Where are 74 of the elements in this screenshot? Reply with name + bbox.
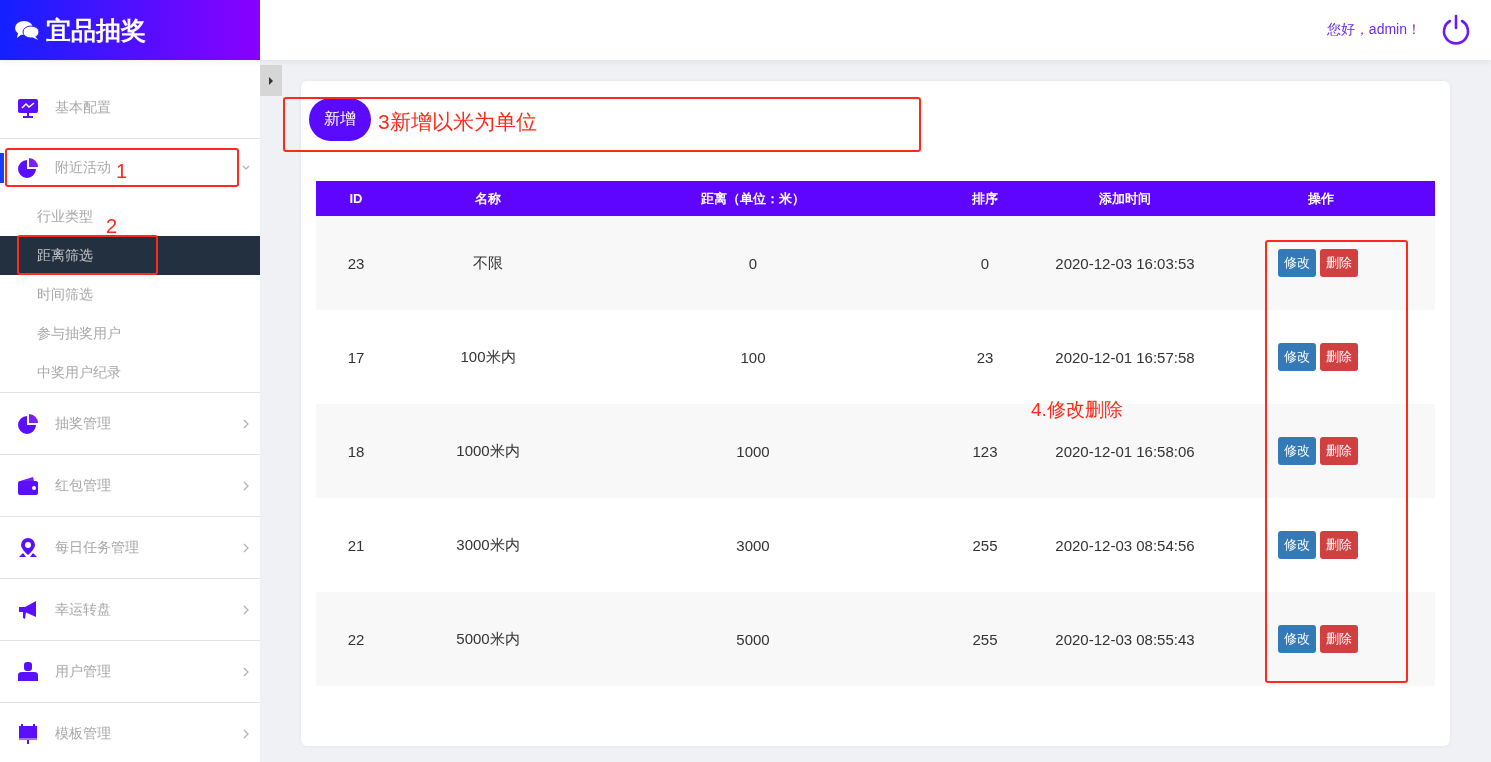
table-cell: 22: [316, 592, 396, 686]
sidebar-item[interactable]: 模板管理: [0, 703, 260, 762]
column-header: 操作: [1206, 181, 1435, 216]
app-logo-title: 宜品抽奖: [46, 14, 146, 46]
user-icon: [17, 660, 39, 683]
power-icon[interactable]: [1441, 14, 1471, 46]
column-header: 添加时间: [1044, 181, 1206, 216]
edit-button[interactable]: 修改: [1278, 531, 1316, 559]
column-header: ID: [316, 181, 396, 216]
annotation-label: 3新增以米为单位: [378, 109, 537, 135]
table-cell: 3000: [580, 498, 926, 592]
sidebar-item[interactable]: 用户管理: [0, 641, 260, 703]
table-cell: 5000: [580, 592, 926, 686]
chevron-icon: [242, 666, 250, 677]
delete-button[interactable]: 删除: [1320, 343, 1358, 371]
edit-button[interactable]: 修改: [1278, 249, 1316, 277]
edit-button[interactable]: 修改: [1278, 437, 1316, 465]
table-cell: 0: [926, 216, 1044, 310]
table-cell: 23: [316, 216, 396, 310]
table-cell: 23: [926, 310, 1044, 404]
table-cell: 不限: [396, 216, 580, 310]
table-cell: 21: [316, 498, 396, 592]
table-cell: 100: [580, 310, 926, 404]
table-cell: 18: [316, 404, 396, 498]
megaphone-icon: [17, 598, 39, 621]
delete-button[interactable]: 删除: [1320, 437, 1358, 465]
table-cell: 1000: [580, 404, 926, 498]
table-cell: 1000米内: [396, 404, 580, 498]
table-cell: 17: [316, 310, 396, 404]
chevron-icon: [242, 728, 250, 739]
table-cell: 0: [580, 216, 926, 310]
sidebar-subitem[interactable]: 中奖用户纪录: [37, 363, 121, 382]
sidebar-item[interactable]: 抽奖管理: [0, 393, 260, 455]
add-button[interactable]: 新增: [309, 97, 371, 141]
chevron-icon: [242, 604, 250, 615]
delete-button[interactable]: 删除: [1320, 625, 1358, 653]
delete-button[interactable]: 删除: [1320, 531, 1358, 559]
sidebar-item[interactable]: 幸运转盘: [0, 579, 260, 641]
column-header: 名称: [396, 181, 580, 216]
pie-chart-icon: [17, 412, 39, 435]
chat-bubbles-icon: [14, 19, 40, 41]
sidebar-item[interactable]: 基本配置: [0, 77, 260, 139]
wallet-icon: [17, 474, 39, 497]
caret-icon: [268, 75, 274, 86]
greeting-text: 您好，admin！: [1326, 21, 1421, 39]
table-cell: 2020-12-03 08:54:56: [1044, 498, 1206, 592]
table-cell: 255: [926, 592, 1044, 686]
location-pin-icon: [17, 536, 39, 559]
sidebar-subitem[interactable]: 距离筛选: [37, 246, 93, 265]
sidebar-subitem[interactable]: 时间筛选: [37, 285, 93, 304]
delete-button[interactable]: 删除: [1320, 249, 1358, 277]
table-cell: 2020-12-03 08:55:43: [1044, 592, 1206, 686]
table-cell: 2020-12-03 16:03:53: [1044, 216, 1206, 310]
annotation-label: 2: [106, 215, 118, 238]
sidebar-subitem[interactable]: 参与抽奖用户: [37, 324, 121, 343]
table-cell: 100米内: [396, 310, 580, 404]
sidebar-subitem[interactable]: 行业类型: [37, 207, 93, 226]
table-cell: 255: [926, 498, 1044, 592]
pie-chart-icon: [17, 157, 39, 179]
chevron-icon: [242, 480, 250, 491]
monitor-icon: [17, 96, 39, 119]
column-header: 距离（单位：米）: [580, 181, 926, 216]
sidebar-toggle-button[interactable]: [260, 65, 282, 96]
edit-button[interactable]: 修改: [1278, 343, 1316, 371]
edit-button[interactable]: 修改: [1278, 625, 1316, 653]
table-cell: 3000米内: [396, 498, 580, 592]
annotation-label: 1: [116, 160, 128, 183]
sidebar-item[interactable]: 每日任务管理: [0, 517, 260, 579]
column-header: 排序: [926, 181, 1044, 216]
chevron-icon: [242, 418, 250, 429]
sidebar-item[interactable]: 红包管理: [0, 455, 260, 517]
board-icon: [17, 722, 39, 745]
chevron-icon: [242, 542, 250, 553]
table-cell: 5000米内: [396, 592, 580, 686]
